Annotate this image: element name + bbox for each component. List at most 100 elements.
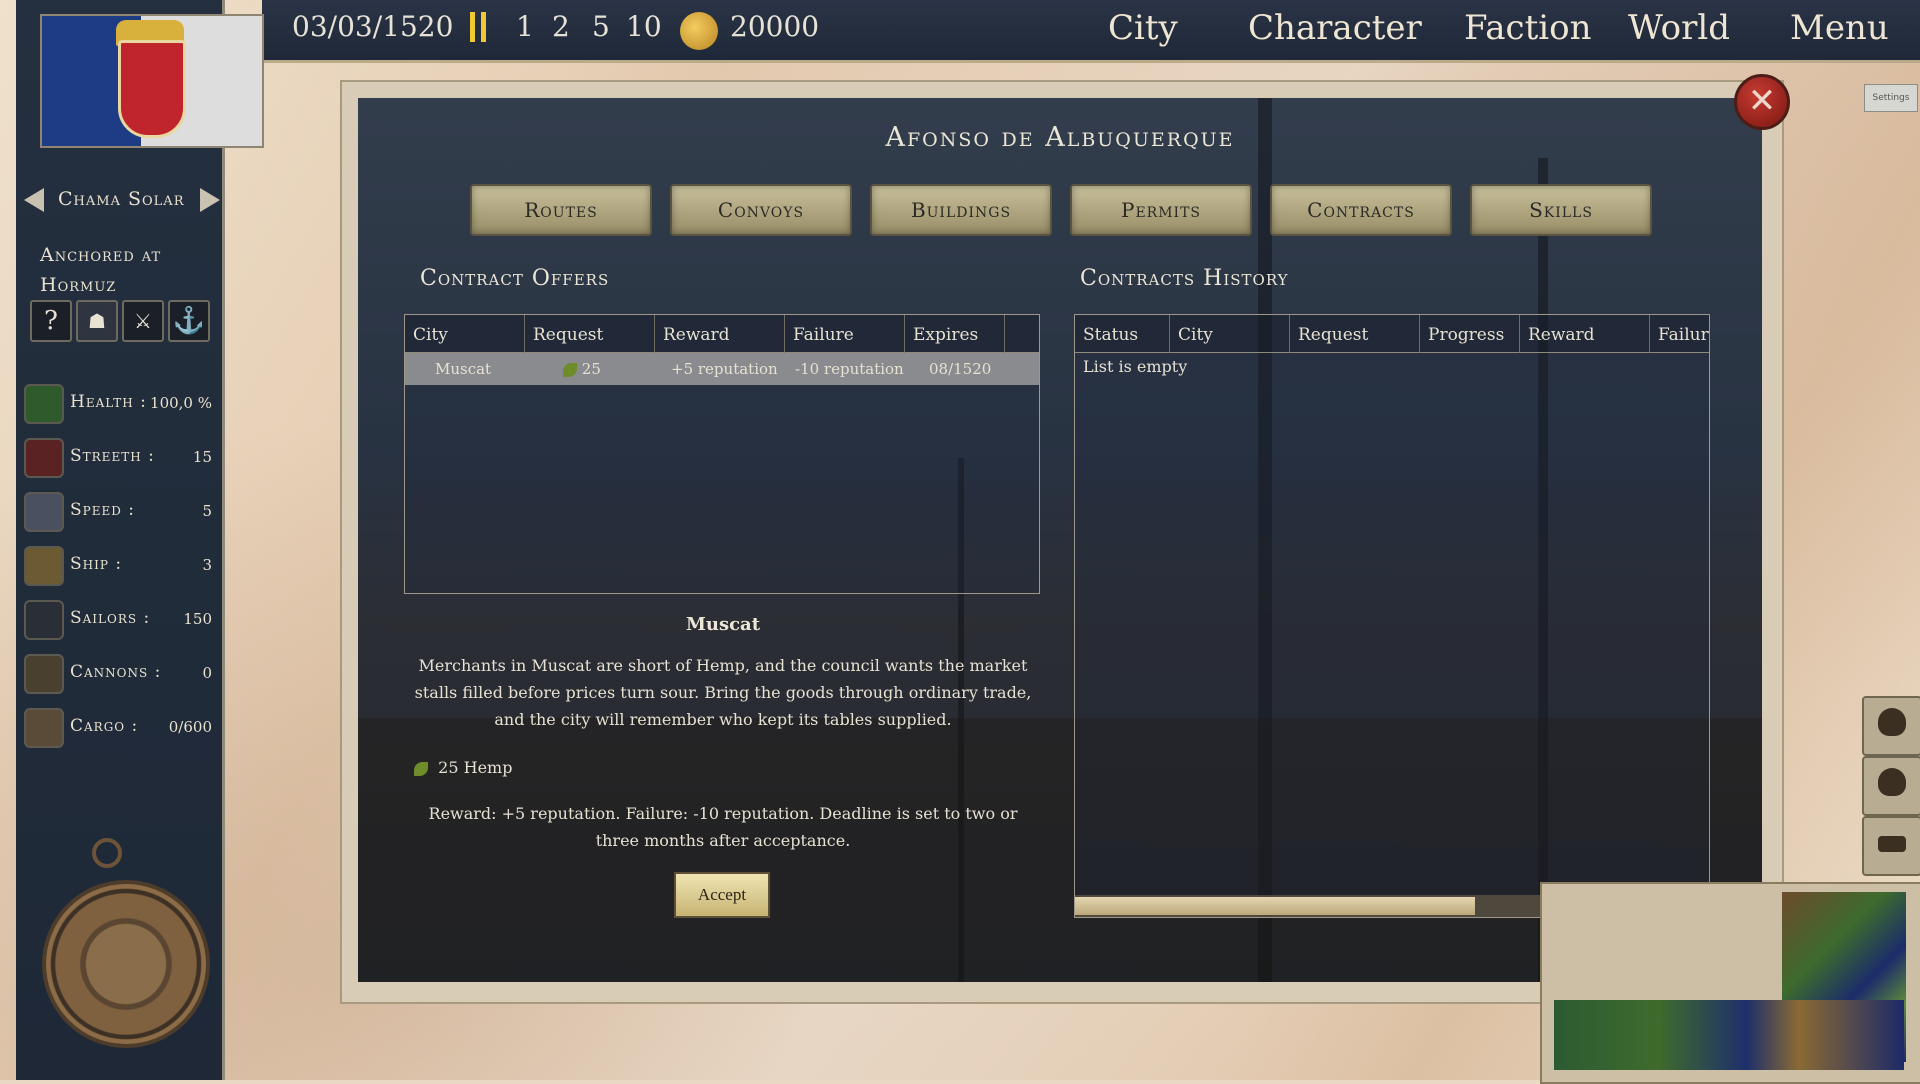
banner-glyph: [1878, 836, 1906, 852]
hemp-icon: [414, 761, 428, 776]
stat-health: Health : 100,0 %: [24, 384, 216, 426]
astrolabe-icon[interactable]: [42, 880, 210, 1048]
column-header[interactable]: Expires: [905, 315, 1005, 353]
nav-faction[interactable]: Faction: [1464, 8, 1592, 48]
previous-ship-arrow-icon[interactable]: [24, 188, 44, 212]
empty-list-message: List is empty: [1083, 357, 1188, 376]
speed-5-button[interactable]: 5: [592, 10, 610, 43]
skull-icon[interactable]: [1862, 696, 1920, 756]
stat-value: 15: [192, 448, 212, 466]
tab-convoys[interactable]: Convoys: [670, 184, 852, 236]
pause-button[interactable]: [470, 12, 488, 42]
stat-label: Sailors :: [70, 608, 151, 628]
strength-icon: [24, 438, 64, 478]
tab-contracts[interactable]: Contracts: [1270, 184, 1452, 236]
tab-skills[interactable]: Skills: [1470, 184, 1652, 236]
speed-2-button[interactable]: 2: [552, 10, 570, 43]
cell-request: 25: [563, 353, 601, 385]
stat-label: Speed :: [70, 500, 135, 520]
nav-city[interactable]: City: [1108, 8, 1178, 48]
contract-detail-city: Muscat: [685, 614, 761, 635]
stat-label: Ship :: [70, 554, 123, 574]
nav-world[interactable]: World: [1628, 8, 1730, 48]
skull-glyph: [1878, 768, 1906, 796]
settings-button[interactable]: Settings: [1864, 84, 1918, 112]
scrollbar-thumb[interactable]: [1075, 897, 1475, 915]
contracts-history-heading: Contracts History: [1080, 266, 1289, 291]
nav-menu[interactable]: Menu: [1790, 8, 1889, 48]
minimap[interactable]: [1554, 1000, 1904, 1070]
speed-10-button[interactable]: 10: [626, 10, 662, 43]
table-header: City Request Reward Failure Expires: [405, 315, 1039, 353]
stat-value: 5: [202, 502, 212, 520]
contract-offers-heading: Contract Offers: [420, 266, 610, 291]
ship-location: Anchored at Hormuz: [40, 240, 210, 300]
stat-value: 100,0 %: [150, 394, 212, 412]
crew-icon[interactable]: ☗: [76, 300, 118, 342]
stat-value: 150: [183, 610, 212, 628]
tab-routes[interactable]: Routes: [470, 184, 652, 236]
table-row[interactable]: Muscat 25 +5 reputation -10 reputation 0…: [405, 353, 1039, 385]
ship-selector: Chama Solar: [22, 186, 220, 216]
anchor-icon[interactable]: ⚓: [168, 300, 210, 342]
stat-value: 3: [202, 556, 212, 574]
stat-label: Streeth :: [70, 446, 155, 466]
crest-icon: [118, 40, 186, 138]
skull-glyph: [1878, 708, 1906, 736]
stat-speed: Speed : 5: [24, 492, 216, 534]
stat-sailors: Sailors : 150: [24, 600, 216, 642]
swords-icon[interactable]: ⚔: [122, 300, 164, 342]
column-header[interactable]: Reward: [1520, 315, 1650, 353]
hemp-icon: [563, 363, 577, 377]
location-status: Anchored at: [40, 244, 162, 266]
location-port: Hormuz: [40, 274, 117, 296]
question-icon[interactable]: ?: [30, 300, 72, 342]
contract-request: 25 Hemp: [414, 758, 512, 777]
table-header: Status City Request Progress Reward Fail…: [1075, 315, 1709, 353]
contracts-history-table: Status City Request Progress Reward Fail…: [1074, 314, 1710, 918]
speed-1-button[interactable]: 1: [516, 10, 534, 43]
column-header[interactable]: City: [1170, 315, 1290, 353]
cell-city: Muscat: [435, 360, 492, 378]
stat-value: 0: [202, 664, 212, 682]
nav-character[interactable]: Character: [1248, 8, 1422, 48]
cell-reward: +5 reputation: [671, 360, 778, 378]
cell-expires: 08/1520: [929, 360, 992, 378]
column-header[interactable]: Failure: [785, 315, 905, 353]
column-header[interactable]: Request: [1290, 315, 1420, 353]
column-header[interactable]: Request: [525, 315, 655, 353]
stat-strength: Streeth : 15: [24, 438, 216, 480]
column-header[interactable]: Status: [1075, 315, 1170, 353]
skull-icon[interactable]: [1862, 756, 1920, 816]
tab-permits[interactable]: Permits: [1070, 184, 1252, 236]
contract-description: Merchants in Muscat are short of Hemp, a…: [414, 656, 1032, 729]
gold-amount: 20000: [730, 10, 820, 43]
column-header[interactable]: Reward: [655, 315, 785, 353]
request-text: 25 Hemp: [438, 758, 513, 777]
column-header[interactable]: City: [405, 315, 525, 353]
ship-icon: [24, 546, 64, 586]
game-date: 03/03/1520: [292, 10, 454, 43]
contract-offers-table: City Request Reward Failure Expires Musc…: [404, 314, 1040, 594]
stat-label: Cargo :: [70, 716, 139, 736]
cell-failure: -10 reputation: [795, 360, 904, 378]
banner-icon[interactable]: [1862, 816, 1920, 876]
astrolabe-ring-icon: [92, 838, 122, 868]
stat-label: Cannons :: [70, 662, 162, 682]
column-header[interactable]: Progress: [1420, 315, 1520, 353]
health-icon: [24, 384, 64, 424]
column-header[interactable]: Failure: [1650, 315, 1709, 353]
cannons-icon: [24, 654, 64, 694]
next-ship-arrow-icon[interactable]: [200, 188, 220, 212]
sailors-icon: [24, 600, 64, 640]
stat-ship: Ship : 3: [24, 546, 216, 588]
request-amount: 25: [581, 360, 601, 378]
panel-title: Afonso de Albuquerque: [885, 122, 1235, 153]
accept-button[interactable]: Accept: [674, 872, 770, 918]
contract-terms: Reward: +5 reputation. Failure: -10 repu…: [428, 804, 1018, 850]
column-header-spacer: [1005, 315, 1039, 353]
speed-icon: [24, 492, 64, 532]
tab-buildings[interactable]: Buildings: [870, 184, 1052, 236]
stat-cargo: Cargo : 0/600: [24, 708, 216, 750]
stat-value: 0/600: [168, 718, 212, 736]
